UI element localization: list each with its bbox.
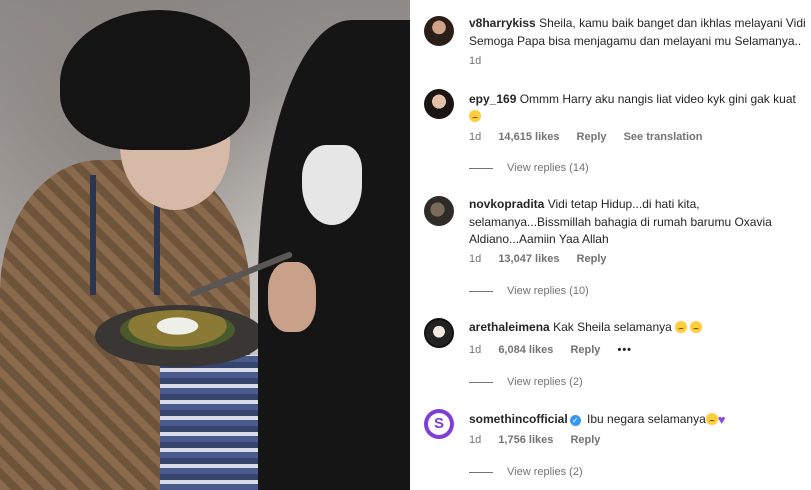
- reply-button[interactable]: Reply: [570, 434, 600, 446]
- view-replies-label: View replies (10): [507, 285, 589, 297]
- see-translation-button[interactable]: See translation: [624, 131, 703, 143]
- comment-time[interactable]: 1d: [469, 253, 481, 265]
- comment-text: Sheila, kamu baik banget dan ikhlas mela…: [539, 16, 806, 30]
- brand-logo-icon: S: [428, 413, 450, 435]
- divider-line: [469, 290, 493, 292]
- comment-text-line: selamanya...Bissmillah bahagia di rumah …: [469, 215, 772, 229]
- sad-face-emoji-icon: [705, 413, 718, 425]
- comment-text-line: [469, 108, 811, 125]
- comment-text: Ibu negara selamanya: [587, 412, 706, 426]
- avatar[interactable]: S: [424, 409, 454, 439]
- media-food: [120, 310, 235, 350]
- comment-likes[interactable]: 13,047 likes: [498, 253, 559, 265]
- reply-button[interactable]: Reply: [577, 131, 607, 143]
- comment-likes[interactable]: 14,615 likes: [498, 131, 559, 143]
- comment-username[interactable]: epy_169: [469, 92, 516, 106]
- comment-meta: 1d: [469, 55, 495, 67]
- sad-face-emoji-icon: [469, 110, 481, 122]
- comment-text: Ommm Harry aku nangis liat video kyk gin…: [519, 92, 796, 106]
- comment-username[interactable]: somethincofficial: [469, 412, 568, 426]
- divider-line: [469, 471, 493, 473]
- comment-username[interactable]: novkopradita: [469, 197, 544, 211]
- sad-face-emoji-icon: [675, 321, 688, 333]
- avatar[interactable]: [424, 318, 454, 348]
- media-face-mask: [302, 145, 362, 225]
- reply-button[interactable]: Reply: [577, 253, 607, 265]
- view-replies-button[interactable]: View replies (10): [469, 285, 589, 297]
- comment-time[interactable]: 1d: [469, 434, 481, 446]
- comments-panel[interactable]: v8harrykiss Sheila, kamu baik banget dan…: [410, 0, 811, 490]
- more-options-icon[interactable]: •••: [617, 344, 632, 356]
- comment-time[interactable]: 1d: [469, 55, 481, 67]
- comment-text: Kak Sheila selamanya: [553, 320, 672, 334]
- view-replies-button[interactable]: View replies (2): [469, 376, 583, 388]
- media-hand: [268, 262, 316, 332]
- comment-text-line: Semoga Papa bisa menjagamu dan melayani …: [469, 34, 802, 48]
- comment-body: v8harrykiss Sheila, kamu baik banget dan…: [469, 15, 811, 32]
- divider-line: [469, 167, 493, 169]
- comment-meta: 1d 13,047 likes Reply: [469, 253, 621, 265]
- comment-body: novkopradita Vidi tetap Hidup...di hati …: [469, 196, 811, 213]
- comment-username[interactable]: arethaleimena: [469, 320, 550, 334]
- comment-time[interactable]: 1d: [469, 344, 481, 356]
- comment-body: arethaleimena Kak Sheila selamanya: [469, 319, 811, 336]
- view-replies-label: View replies (2): [507, 466, 583, 478]
- sad-face-emoji-icon: [690, 321, 703, 333]
- verified-badge-icon: ✓: [569, 415, 581, 426]
- comment-meta: 1d 1,756 likes Reply: [469, 434, 614, 446]
- view-replies-label: View replies (14): [507, 162, 589, 174]
- comment-time[interactable]: 1d: [469, 131, 481, 143]
- comment-text: Vidi tetap Hidup...di hati kita,: [547, 197, 700, 211]
- view-replies-button[interactable]: View replies (2): [469, 466, 583, 478]
- comment-username[interactable]: v8harrykiss: [469, 16, 536, 30]
- post-media[interactable]: [0, 0, 410, 490]
- comment-body: epy_169 Ommm Harry aku nangis liat video…: [469, 91, 811, 108]
- purple-heart-emoji-icon: ♥: [717, 412, 726, 427]
- comment-meta: 1d 6,084 likes Reply •••: [469, 344, 646, 356]
- view-replies-label: View replies (2): [507, 376, 583, 388]
- comment-text-line: Aldiano...Aamiin Yaa Allah: [469, 232, 609, 246]
- comment-meta: 1d 14,615 likes Reply See translation: [469, 131, 716, 143]
- avatar[interactable]: [424, 196, 454, 226]
- view-replies-button[interactable]: View replies (14): [469, 162, 589, 174]
- avatar[interactable]: [424, 16, 454, 46]
- reply-button[interactable]: Reply: [570, 344, 600, 356]
- comment-likes[interactable]: 1,756 likes: [498, 434, 553, 446]
- divider-line: [469, 381, 493, 383]
- comment-body: somethincofficial ✓ Ibu negara selamanya ♥: [469, 411, 811, 428]
- media-person-hair: [60, 10, 250, 150]
- comment-likes[interactable]: 6,084 likes: [498, 344, 553, 356]
- avatar[interactable]: [424, 89, 454, 119]
